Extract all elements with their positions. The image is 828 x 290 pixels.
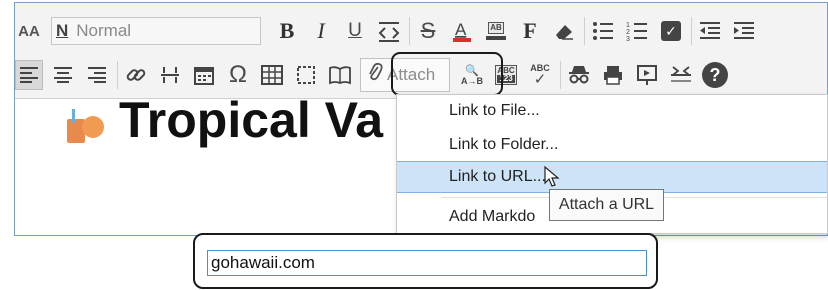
eraser-icon[interactable] (550, 16, 578, 46)
presentation-icon[interactable] (633, 60, 661, 90)
numbered-list-icon[interactable]: 123 (623, 16, 651, 46)
horizontal-rule-icon[interactable] (156, 60, 184, 90)
font-color-icon[interactable]: A (448, 16, 476, 46)
menu-item-link-to-folder[interactable]: Link to Folder... (397, 129, 827, 161)
toolbar-row-1: AA N Normal B I U S A AB F 1 2 3 ✓ (15, 11, 764, 51)
toolbar-separator (117, 61, 118, 89)
document-title: Tropical Va (119, 92, 384, 148)
print-icon[interactable] (599, 60, 627, 90)
svg-text:2: 2 (626, 29, 630, 36)
style-n-icon: N (56, 21, 69, 40)
tropical-drink-icon (65, 109, 105, 145)
font-size-button[interactable]: AA (15, 16, 43, 46)
overline-code-icon[interactable] (375, 16, 403, 46)
attach-callout-outline (391, 52, 503, 96)
omega-symbol-icon[interactable]: Ω (224, 60, 252, 90)
toolbar-separator (409, 17, 410, 45)
url-input-callout (193, 233, 658, 289)
strikethrough-button[interactable]: S (414, 16, 442, 46)
tooltip: Attach a URL (549, 189, 664, 221)
paperclip-icon (367, 62, 383, 88)
table-icon[interactable] (258, 60, 286, 90)
calendar-icon[interactable] (190, 60, 218, 90)
svg-text:1: 1 (626, 22, 630, 29)
mouse-cursor-icon (544, 165, 560, 188)
toolbar-separator (691, 17, 692, 45)
menu-item-link-to-file[interactable]: Link to File... (397, 95, 827, 127)
paragraph-style-select[interactable]: N Normal (51, 17, 261, 45)
align-left-icon[interactable] (15, 60, 43, 90)
svg-text:A: A (455, 20, 467, 39)
paragraph-style-value: Normal (76, 21, 132, 40)
toolbar-row-2: Ω Attach 🔍 A→B ABC 123 ABC ✓ ? (15, 55, 735, 95)
help-icon[interactable]: ? (701, 60, 729, 90)
font-family-button[interactable]: F (516, 16, 544, 46)
checkbox-icon[interactable]: ✓ (657, 16, 685, 46)
align-right-icon[interactable] (83, 60, 111, 90)
incognito-icon[interactable] (565, 60, 593, 90)
toolbar-separator (584, 17, 585, 45)
underline-button[interactable]: U (341, 16, 369, 46)
bold-button[interactable]: B (273, 16, 301, 46)
svg-text:3: 3 (626, 36, 630, 41)
bullet-list-icon[interactable] (589, 16, 617, 46)
highlight-icon[interactable]: AB (482, 16, 510, 46)
indent-icon[interactable] (730, 16, 758, 46)
highlight-label: AB (488, 22, 504, 34)
collapse-icon[interactable] (667, 60, 695, 90)
toolbar-separator (560, 61, 561, 89)
link-icon[interactable] (122, 60, 150, 90)
align-center-icon[interactable] (49, 60, 77, 90)
spellcheck-icon[interactable]: ABC ✓ (526, 60, 554, 90)
italic-button[interactable]: I (307, 16, 335, 46)
outdent-icon[interactable] (696, 16, 724, 46)
frame-icon[interactable] (292, 60, 320, 90)
url-input[interactable] (207, 250, 647, 276)
book-icon[interactable] (326, 60, 354, 90)
